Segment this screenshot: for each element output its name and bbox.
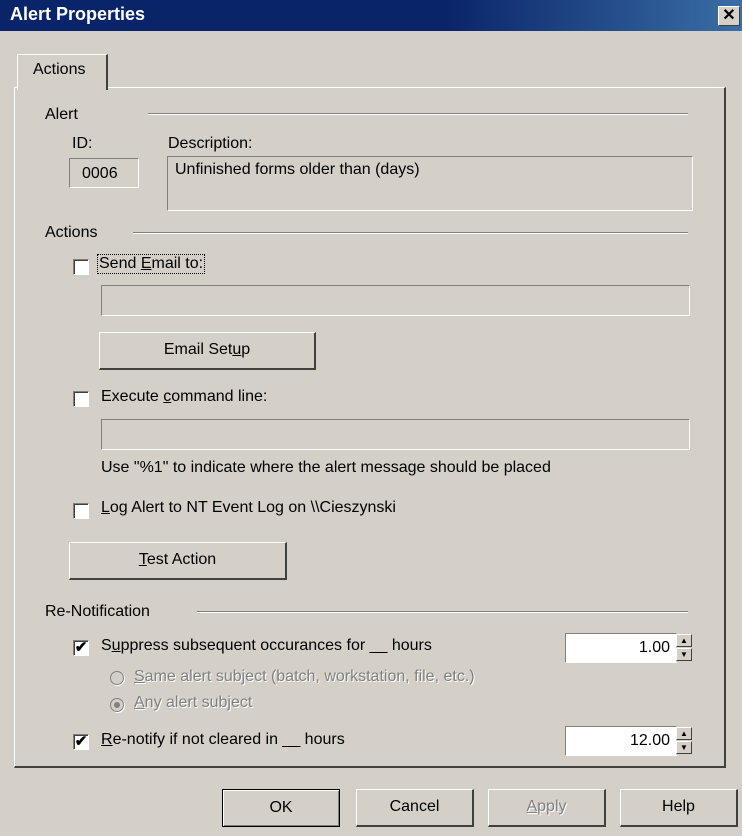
- suppress-hours-input[interactable]: 1.00: [565, 633, 677, 663]
- spin-up-icon[interactable]: ▲: [676, 634, 692, 647]
- ok-button[interactable]: OK: [222, 789, 340, 827]
- suppress-hours-spinner[interactable]: ▲ ▼: [676, 634, 692, 662]
- send-email-label[interactable]: Send Email to:: [97, 254, 206, 274]
- id-field: 0006: [69, 158, 139, 188]
- description-field: Unfinished forms older than (days): [167, 156, 693, 211]
- renotify-label[interactable]: Re-notify if not cleared in __ hours: [101, 731, 345, 749]
- command-hint: Use "%1" to indicate where the alert mes…: [101, 459, 551, 476]
- email-setup-button[interactable]: Email Setup: [99, 332, 316, 370]
- tab-actions-label: Actions: [33, 61, 86, 78]
- close-icon: ✕: [722, 7, 736, 24]
- alert-group-line: [148, 113, 688, 115]
- renotify-hours-value: 12.00: [629, 732, 670, 749]
- suppress-hours-value: 1.00: [638, 639, 670, 656]
- same-subject-label[interactable]: Same alert subject (batch, workstation, …: [134, 668, 475, 686]
- help-button[interactable]: Help: [620, 789, 738, 827]
- renotification-group-label: Re-Notification: [45, 603, 150, 620]
- any-subject-label[interactable]: Any alert subject: [134, 694, 252, 712]
- actions-group-label: Actions: [45, 224, 98, 241]
- execute-command-checkbox[interactable]: [73, 391, 89, 407]
- window-title: Alert Properties: [10, 4, 146, 24]
- execute-command-label[interactable]: Execute command line:: [101, 388, 267, 406]
- command-line-input[interactable]: [101, 419, 690, 450]
- suppress-checkbox[interactable]: ✔: [73, 640, 89, 656]
- same-subject-radio[interactable]: [110, 671, 124, 685]
- send-email-checkbox[interactable]: [73, 259, 89, 275]
- radio-selected-dot: [114, 702, 120, 708]
- description-value: Unfinished forms older than (days): [175, 161, 420, 178]
- renotification-group-line: [197, 611, 688, 613]
- apply-button[interactable]: Apply: [488, 789, 606, 827]
- cancel-button[interactable]: Cancel: [356, 789, 474, 827]
- close-button[interactable]: ✕: [718, 6, 740, 26]
- any-subject-radio[interactable]: [110, 698, 124, 712]
- log-alert-label[interactable]: Log Alert to NT Event Log on \\Cieszynsk…: [101, 499, 396, 517]
- renotify-checkbox[interactable]: ✔: [73, 734, 89, 750]
- spin-down-icon[interactable]: ▼: [676, 741, 692, 754]
- id-label: ID:: [72, 135, 93, 152]
- tab-actions[interactable]: Actions: [17, 54, 108, 90]
- renotify-hours-spinner[interactable]: ▲ ▼: [676, 727, 692, 755]
- test-action-button[interactable]: Test Action: [69, 542, 287, 580]
- actions-group-line: [133, 232, 688, 234]
- title-bar: Alert Properties ✕: [0, 0, 742, 31]
- description-label: Description:: [168, 135, 253, 152]
- spin-up-icon[interactable]: ▲: [676, 727, 692, 740]
- checkmark-icon: ✔: [74, 733, 88, 750]
- email-address-input[interactable]: [101, 285, 690, 316]
- renotify-hours-input[interactable]: 12.00: [565, 726, 677, 756]
- alert-group-label: Alert: [45, 106, 78, 123]
- spin-down-icon[interactable]: ▼: [676, 648, 692, 661]
- suppress-label[interactable]: Suppress subsequent occurances for __ ho…: [101, 637, 432, 655]
- log-alert-checkbox[interactable]: [73, 503, 89, 519]
- checkmark-icon: ✔: [74, 639, 88, 656]
- id-value: 0006: [82, 165, 118, 182]
